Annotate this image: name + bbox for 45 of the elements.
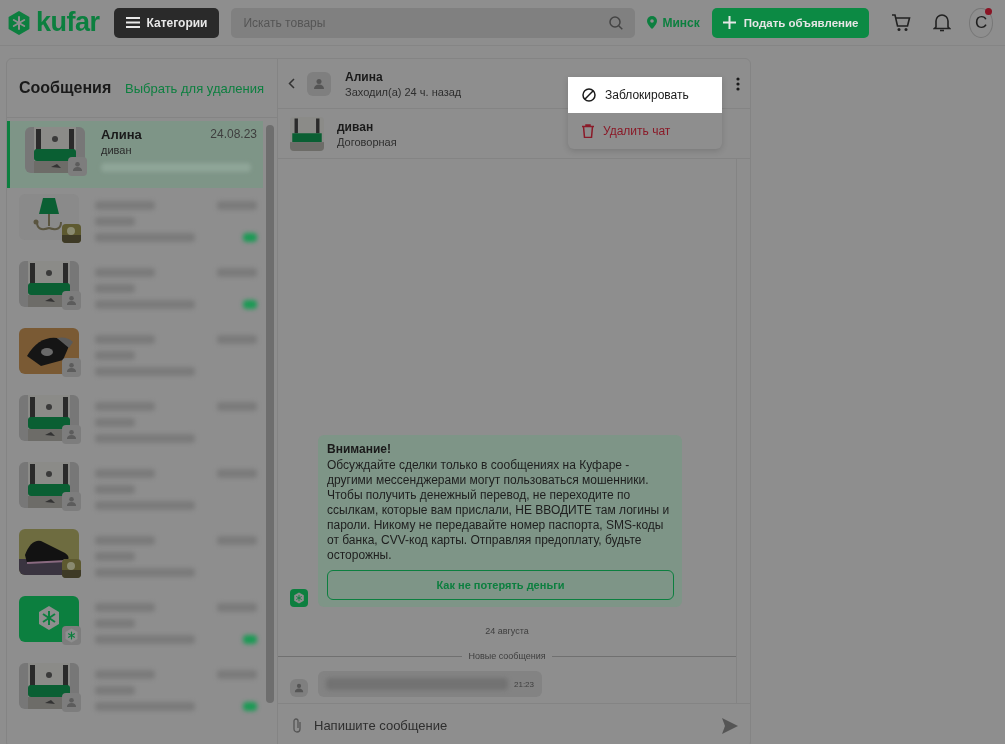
- send-icon: [722, 717, 738, 734]
- plus-icon: [722, 16, 736, 29]
- chevron-left-icon: [288, 78, 295, 89]
- last-seen: Заходил(а) 24 ч. назад: [345, 85, 462, 98]
- messages-title: Сообщения: [19, 79, 112, 97]
- new-messages-divider: Новые сообщения: [468, 651, 546, 661]
- attach-icon: [292, 717, 302, 734]
- post-ad-button[interactable]: Подать объявление: [711, 7, 870, 38]
- categories-button[interactable]: Категории: [113, 7, 220, 38]
- date-divider: 24 августа: [485, 626, 529, 636]
- notifications-button[interactable]: [933, 13, 952, 32]
- more-button[interactable]: [736, 76, 740, 91]
- menu-item[interactable]: Заблокировать: [568, 77, 722, 113]
- cart-icon: [891, 13, 912, 32]
- menu-item[interactable]: Удалить чат: [568, 113, 722, 149]
- message-input[interactable]: Напишите сообщение: [312, 717, 712, 734]
- user-icon: [66, 295, 77, 306]
- search-icon: [609, 15, 624, 30]
- user-icon: [66, 362, 77, 373]
- more-icon: [736, 76, 740, 91]
- user-icon: [66, 496, 77, 507]
- chat-date: 24.08.23: [210, 127, 257, 142]
- listing-title: диван: [337, 119, 375, 134]
- user-icon: [294, 683, 304, 693]
- user-icon: [313, 77, 325, 90]
- block-icon: [582, 88, 596, 102]
- trash-icon: [582, 124, 594, 138]
- profile-avatar[interactable]: С: [969, 7, 993, 38]
- warning-text: Обсуждайте сделки только в сообщениях на Куфаре - другими мессенджерами могут пользоваться мошенники. Чтобы получить денежный перевод, не переходите по ссылкам, которые вам прислали, НЕ ВВОДИТЕ там логины и пароли. Никому не передавайте номер паспорта, SMS-коды от банка, CVV-код карты. Отправляя предоплату, будьте осторожны.: [327, 458, 671, 563]
- bell-icon: [933, 13, 952, 32]
- user-icon: [66, 429, 77, 440]
- chat-item[interactable]: Алина 24.08.23 диван: [7, 121, 263, 188]
- menu-icon: [125, 17, 140, 28]
- logo-icon: [6, 9, 32, 36]
- cart-button[interactable]: [891, 13, 912, 32]
- user-icon: [66, 697, 77, 708]
- location-pin-icon: [647, 16, 658, 29]
- listing-price: Договорная: [337, 135, 397, 148]
- user-icon: [72, 161, 83, 172]
- contact-name: Алина: [345, 69, 383, 84]
- warning-title: Внимание!: [327, 442, 392, 456]
- chat-item-title: диван: [101, 144, 133, 156]
- chat-name: Алина: [101, 127, 142, 142]
- back-button[interactable]: [288, 78, 295, 89]
- logo-text: kufar: [36, 7, 100, 38]
